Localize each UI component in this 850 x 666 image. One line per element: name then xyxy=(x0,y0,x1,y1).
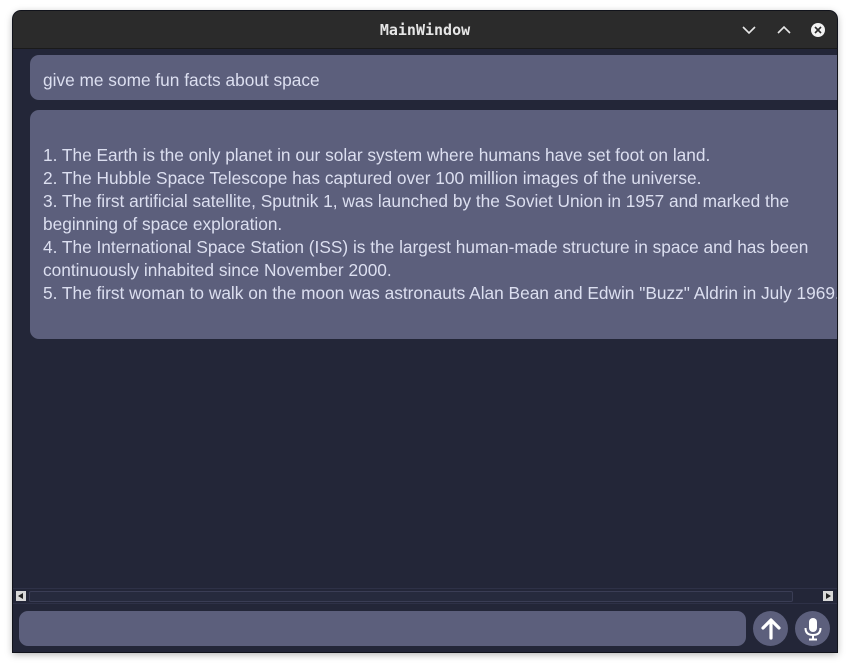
send-button[interactable] xyxy=(753,611,788,646)
fact-item: 4. The International Space Station (ISS)… xyxy=(43,237,809,280)
chat-area[interactable]: give me some fun facts about space 1. Th… xyxy=(13,49,837,588)
horizontal-scrollbar[interactable] xyxy=(13,588,837,603)
chevron-down-icon xyxy=(742,26,756,35)
user-message-text: give me some fun facts about space xyxy=(43,70,320,90)
fact-item: 3. The first artificial satellite, Sputn… xyxy=(43,191,790,234)
arrow-up-icon xyxy=(760,617,781,640)
composer-bar xyxy=(13,603,837,652)
fact-item: 1. The Earth is the only planet in our s… xyxy=(43,145,711,165)
fact-item: 2. The Hubble Space Telescope has captur… xyxy=(43,168,702,188)
fact-item: 5. The first woman to walk on the moon w… xyxy=(43,283,837,303)
triangle-right-icon xyxy=(826,593,831,599)
scrollbar-track[interactable] xyxy=(29,591,793,602)
scroll-left-button[interactable] xyxy=(16,591,26,601)
chevron-up-icon xyxy=(777,25,791,34)
microphone-button[interactable] xyxy=(795,611,830,646)
main-window: MainWindow give me some fun facts about … xyxy=(13,11,837,652)
minimize-button[interactable] xyxy=(738,19,760,41)
window-title: MainWindow xyxy=(379,21,471,39)
maximize-button[interactable] xyxy=(773,19,795,41)
close-icon xyxy=(811,23,825,37)
title-bar: MainWindow xyxy=(13,11,837,49)
scroll-right-button[interactable] xyxy=(823,591,833,601)
triangle-left-icon xyxy=(18,593,23,599)
close-button[interactable] xyxy=(807,19,829,41)
microphone-icon xyxy=(804,617,821,640)
message-input[interactable] xyxy=(19,611,746,646)
assistant-message-bubble: 1. The Earth is the only planet in our s… xyxy=(30,110,837,339)
user-message-bubble: give me some fun facts about space xyxy=(30,55,837,100)
